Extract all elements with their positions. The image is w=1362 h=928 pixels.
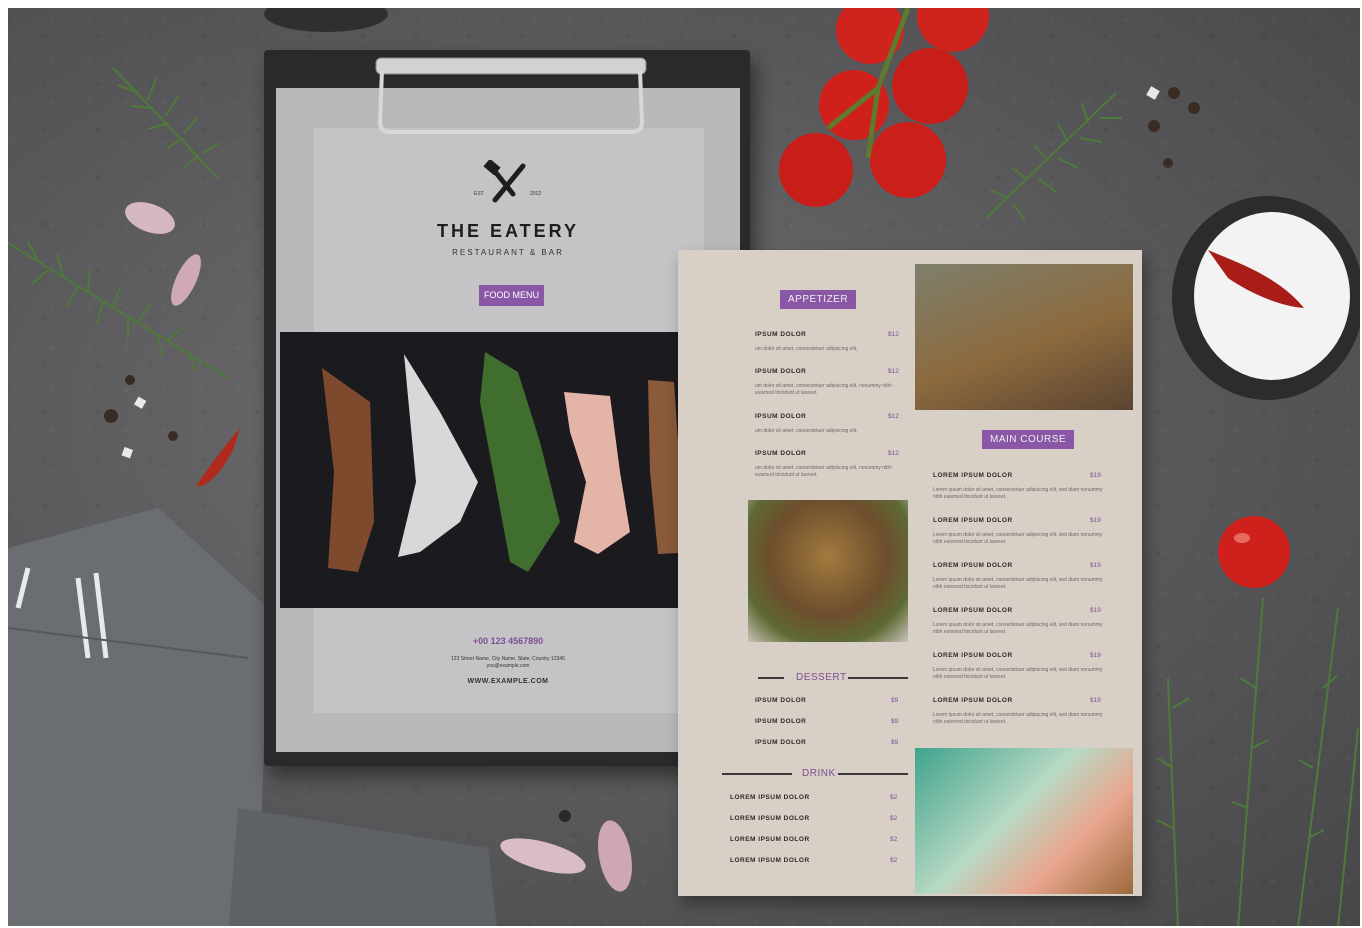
est-label: EST [474,191,484,197]
est-year: 2012 [530,191,542,197]
appetizer-item-name: IPSUM DOLOR [755,331,807,338]
main-item-desc: Lorem ipsum dolor sit amet, consectetuer… [933,532,1103,545]
food-menu-label: FOOD MENU [479,285,544,306]
main-item-name: LOREM IPSUM DOLOR [933,697,1013,704]
tabletop-scene: EST 2012 THE EATERY RESTAURANT & BAR FOO… [8,8,1360,926]
drink-item-name: LOREM IPSUM DOLOR [730,857,810,864]
drink-item-price: $2 [890,815,898,822]
website: WWW.EXAMPLE.COM [467,678,549,685]
dessert-item-name: IPSUM DOLOR [755,739,807,746]
appetizer-photo [915,264,1133,410]
appetizer-item-desc: um dolor sit amet, consectetuer adipisci… [755,383,892,396]
dessert-item-name: IPSUM DOLOR [755,718,807,725]
main-course-heading: MAIN COURSE [982,430,1075,449]
email: you@example.com [486,663,530,669]
main-item-price: $19 [1090,607,1101,614]
crossed-utensils-icon [483,160,526,203]
main-item-price: $19 [1090,562,1101,569]
sandwich-layers-illustration [322,352,698,572]
dessert-item-price: $9 [891,697,899,704]
drink-item-price: $2 [890,794,898,801]
main-item-desc: Lorem ipsum dolor sit amet, consectetuer… [933,712,1103,725]
appetizer-item-price: $12 [888,450,899,457]
appetizer-item-desc: um dolor sit amet, consectetuer adipisci… [755,346,858,352]
phone-number: +00 123 4567890 [472,636,544,646]
divider [848,677,908,679]
main-item-name: LOREM IPSUM DOLOR [933,472,1013,479]
dessert-item-price: $9 [891,718,899,725]
main-item-name: LOREM IPSUM DOLOR [933,562,1013,569]
appetizer-item-name: IPSUM DOLOR [755,368,807,375]
main-item-price: $19 [1090,472,1101,479]
main-item-desc: Lorem ipsum dolor sit amet, consectetuer… [933,577,1103,590]
drink-item-name: LOREM IPSUM DOLOR [730,836,810,843]
appetizer-item-desc: um dolor sit amet, consectetuer adipisci… [755,428,858,434]
hero-photo [280,332,730,608]
dessert-item-price: $9 [891,739,899,746]
appetizer-heading: APPETIZER [780,290,857,309]
appetizer-item-name: IPSUM DOLOR [755,413,807,420]
main-item-name: LOREM IPSUM DOLOR [933,607,1013,614]
rosemary-icon [8,67,229,379]
appetizer-item-price: $12 [888,413,899,420]
main-item-price: $19 [1090,517,1101,524]
drink-item-price: $2 [890,836,898,843]
dessert-item-name: IPSUM DOLOR [755,697,807,704]
drink-item-price: $2 [890,857,898,864]
appetizer-item-price: $12 [888,368,899,375]
drink-photo [915,748,1133,894]
dessert-heading: DESSERT [796,672,847,683]
divider [838,773,908,775]
main-item-price: $19 [1090,697,1101,704]
brand-title: THE EATERY [436,221,579,241]
divider [722,773,792,775]
main-item-desc: Lorem ipsum dolor sit amet, consectetuer… [933,487,1103,500]
appetizer-item-price: $12 [888,331,899,338]
address: 123 Street Name, City Name, State, Count… [451,656,565,662]
appetizer-item-desc: um dolor sit amet, consectetuer adipisci… [755,465,892,478]
clipboard-clip [375,57,647,134]
main-item-name: LOREM IPSUM DOLOR [933,652,1013,659]
main-course-photo [748,500,908,642]
appetizer-item-name: IPSUM DOLOR [755,450,807,457]
divider [758,677,784,679]
menu-sheet: APPETIZER IPSUM DOLOR $12 um dolor sit a… [678,250,1142,896]
brand-subtitle: RESTAURANT & BAR [452,248,564,257]
drink-item-name: LOREM IPSUM DOLOR [730,815,810,822]
drink-item-name: LOREM IPSUM DOLOR [730,794,810,801]
drink-heading: DRINK [802,768,836,779]
main-item-name: LOREM IPSUM DOLOR [933,517,1013,524]
main-item-desc: Lorem ipsum dolor sit amet, consectetuer… [933,667,1103,680]
main-item-price: $19 [1090,652,1101,659]
main-item-desc: Lorem ipsum dolor sit amet, consectetuer… [933,622,1103,635]
